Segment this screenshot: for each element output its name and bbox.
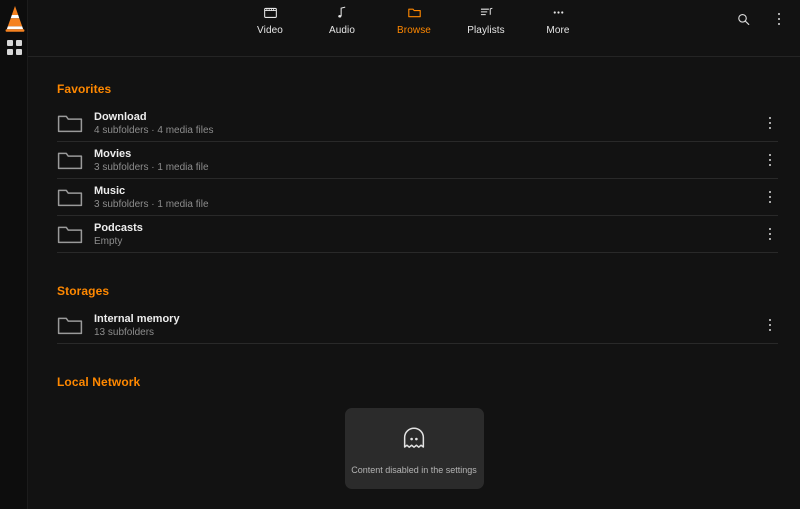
vlc-browse-screen: Video Audio Browse Playlists More Favori… xyxy=(0,0,800,509)
nav-tab-label: Playlists xyxy=(467,25,505,36)
nav-tab-label: More xyxy=(546,25,570,36)
list-item[interactable]: Music 3 subfolders · 1 media file xyxy=(57,179,778,216)
list-item[interactable]: Podcasts Empty xyxy=(57,216,778,253)
empty-state-message: Content disabled in the settings xyxy=(351,464,477,475)
empty-state-card: Content disabled in the settings xyxy=(344,408,484,489)
list-item-subtitle: 3 subfolders · 1 media file xyxy=(94,198,209,210)
main-navigation: Video Audio Browse Playlists More xyxy=(28,3,800,36)
list-item-title: Music xyxy=(94,184,126,197)
list-item-subtitle: 3 subfolders · 1 media file xyxy=(94,161,209,173)
local-network-empty-state: Content disabled in the settings xyxy=(28,408,800,489)
list-item-title: Download xyxy=(94,110,147,123)
vlc-cone-logo xyxy=(3,4,27,34)
search-icon[interactable] xyxy=(732,8,754,30)
nav-tab-label: Video xyxy=(257,25,283,36)
left-rail xyxy=(0,0,28,509)
storages-list: Internal memory 13 subfolders xyxy=(28,307,800,344)
folder-icon xyxy=(407,3,422,22)
playlists-icon xyxy=(479,3,494,22)
list-item-title: Movies xyxy=(94,147,132,160)
section-title-storages: Storages xyxy=(57,284,110,298)
list-item[interactable]: Internal memory 13 subfolders xyxy=(57,307,778,344)
section-title-favorites: Favorites xyxy=(57,82,112,96)
nav-tab-more[interactable]: More xyxy=(529,3,587,36)
kebab-menu-icon[interactable] xyxy=(762,184,778,210)
nav-tab-browse[interactable]: Browse xyxy=(385,3,443,36)
list-item-subtitle: 4 subfolders · 4 media files xyxy=(94,124,214,136)
list-item-title: Internal memory xyxy=(94,312,180,325)
ghost-icon xyxy=(399,423,429,458)
folder-icon xyxy=(57,113,83,134)
nav-tab-label: Audio xyxy=(328,25,356,36)
kebab-menu-icon[interactable] xyxy=(768,8,790,30)
kebab-menu-icon[interactable] xyxy=(762,221,778,247)
video-icon xyxy=(263,3,278,22)
kebab-menu-icon[interactable] xyxy=(762,147,778,173)
nav-tab-playlists[interactable]: Playlists xyxy=(457,3,515,36)
list-item-subtitle: Empty xyxy=(94,235,123,247)
list-item[interactable]: Movies 3 subfolders · 1 media file xyxy=(57,142,778,179)
nav-tab-video[interactable]: Video xyxy=(241,3,299,36)
list-item-title: Podcasts xyxy=(94,221,143,234)
folder-icon xyxy=(57,150,83,171)
list-item-subtitle: 13 subfolders xyxy=(94,326,155,338)
browse-content: Favorites Download 4 subfolders · 4 medi… xyxy=(28,57,800,509)
header-actions xyxy=(732,8,800,30)
spacer-local-network xyxy=(28,344,800,375)
kebab-menu-icon[interactable] xyxy=(762,312,778,338)
spacer-top xyxy=(28,57,800,82)
folder-icon xyxy=(57,187,83,208)
kebab-menu-icon[interactable] xyxy=(762,110,778,136)
app-header: Video Audio Browse Playlists More xyxy=(28,0,800,57)
favorites-list: Download 4 subfolders · 4 media files Mo… xyxy=(28,105,800,253)
audio-icon xyxy=(335,3,350,22)
section-title-local-network: Local Network xyxy=(57,375,141,389)
more-icon xyxy=(551,3,566,22)
list-item[interactable]: Download 4 subfolders · 4 media files xyxy=(57,105,778,142)
grid-view-icon[interactable] xyxy=(7,40,22,55)
nav-tab-label: Browse xyxy=(397,25,431,36)
spacer-storages xyxy=(28,253,800,284)
folder-icon xyxy=(57,224,83,245)
folder-icon xyxy=(57,315,83,336)
nav-tab-audio[interactable]: Audio xyxy=(313,3,371,36)
